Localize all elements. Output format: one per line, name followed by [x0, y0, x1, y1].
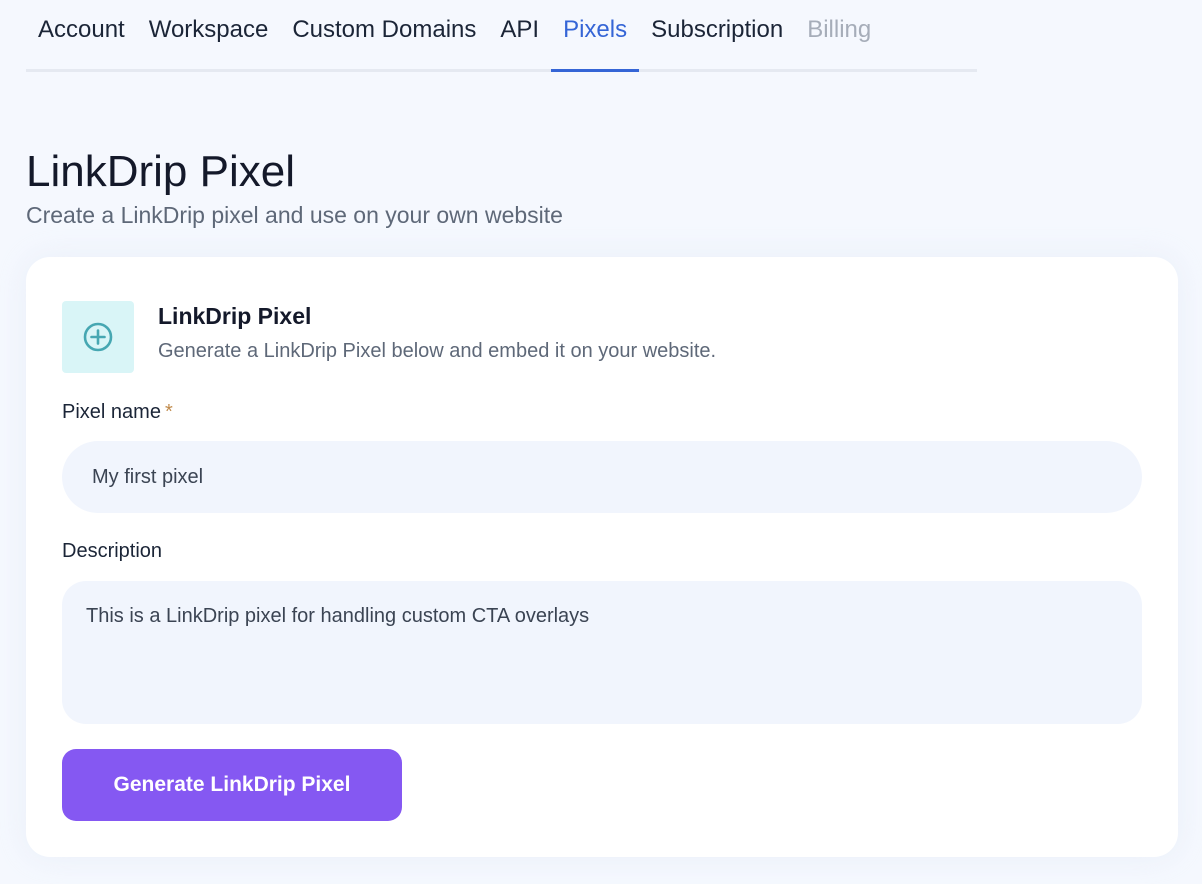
tab-account[interactable]: Account [26, 0, 137, 69]
card-description: Generate a LinkDrip Pixel below and embe… [158, 340, 717, 362]
tab-custom-domains[interactable]: Custom Domains [280, 0, 488, 69]
pixel-card: LinkDrip Pixel Generate a LinkDrip Pixel… [26, 257, 1178, 857]
tab-pixels[interactable]: Pixels [551, 0, 640, 72]
description-label: Description [62, 540, 163, 562]
settings-tabs: Account Workspace Custom Domains API Pix… [26, 0, 977, 72]
tab-workspace[interactable]: Workspace [137, 0, 281, 69]
pixel-name-input[interactable] [62, 441, 1142, 513]
card-title: LinkDrip Pixel [158, 303, 312, 329]
page-title: LinkDrip Pixel [26, 147, 295, 196]
page-subtitle: Create a LinkDrip pixel and use on your … [26, 202, 563, 228]
description-textarea[interactable]: This is a LinkDrip pixel for handling cu… [62, 581, 1142, 724]
plus-circle-icon [62, 301, 134, 373]
tab-billing: Billing [807, 16, 872, 43]
generate-pixel-button[interactable]: Generate LinkDrip Pixel [62, 749, 402, 821]
tab-subscription[interactable]: Subscription [639, 0, 795, 69]
pixel-name-label-text: Pixel name [62, 401, 161, 423]
required-star: * [164, 401, 173, 423]
pixel-name-label: Pixel name * [62, 401, 173, 424]
tab-api[interactable]: API [488, 0, 551, 69]
